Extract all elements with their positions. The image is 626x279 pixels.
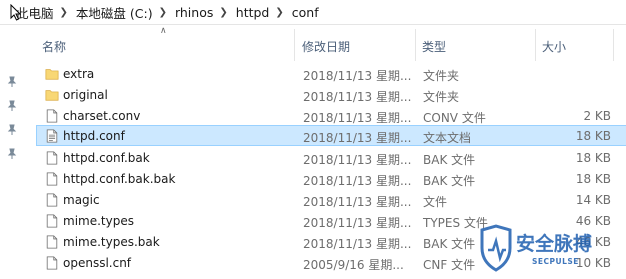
column-header-type[interactable]: 类型: [422, 38, 446, 55]
address-bar[interactable]: 此电脑 ❯ 本地磁盘 (C:) ❯ rhinos ❯ httpd ❯ conf: [0, 0, 626, 25]
file-icon: [46, 172, 58, 186]
breadcrumb-label: conf: [291, 4, 319, 20]
file-name: magic: [63, 193, 100, 207]
file-name: mime.types: [63, 214, 134, 228]
file-icon: [46, 193, 58, 207]
shield-icon: [480, 224, 512, 272]
file-row[interactable]: charset.conv 2018/11/13 星期... CONV 文件 2 …: [36, 105, 626, 126]
file-icon: [46, 214, 58, 228]
file-type: CONV 文件: [423, 111, 486, 125]
pin-icon[interactable]: [6, 124, 18, 136]
breadcrumb-drive[interactable]: 本地磁盘 (C:) ❯: [74, 0, 173, 24]
file-date: 2018/11/13 星期...: [303, 216, 412, 230]
file-type: BAK 文件: [423, 237, 476, 251]
chevron-right-icon[interactable]: ❯: [215, 7, 233, 18]
file-name: extra: [63, 67, 95, 81]
column-header-name[interactable]: 名称: [42, 38, 66, 55]
file-icon: [46, 151, 58, 165]
file-type: 文件夹: [423, 69, 460, 83]
chevron-right-icon[interactable]: ❯: [155, 7, 173, 18]
file-icon: [46, 109, 58, 123]
watermark-brand: 安全脉搏: [516, 232, 592, 255]
breadcrumb-this-pc[interactable]: 此电脑 ❯: [14, 0, 74, 24]
column-divider[interactable]: [415, 29, 416, 61]
file-size: 18 KB: [575, 172, 611, 186]
breadcrumb-httpd[interactable]: httpd ❯: [234, 0, 290, 24]
file-type: 文件夹: [423, 90, 460, 104]
file-row[interactable]: httpd.conf.bak 2018/11/13 星期... BAK 文件 1…: [36, 147, 626, 168]
file-name: httpd.conf.bak.bak: [63, 172, 176, 186]
breadcrumb-label: httpd: [235, 4, 270, 20]
file-row[interactable]: magic 2018/11/13 星期... 文件 14 KB: [36, 189, 626, 210]
file-icon: [46, 235, 58, 249]
breadcrumb-rhinos[interactable]: rhinos ❯: [173, 0, 234, 24]
pin-icon[interactable]: [6, 100, 18, 112]
file-date: 2018/11/13 星期...: [303, 69, 412, 83]
column-header-date[interactable]: 修改日期: [302, 38, 350, 55]
column-header-size[interactable]: 大小: [542, 38, 566, 55]
file-name: openssl.cnf: [63, 256, 132, 270]
file-name: httpd.conf.bak: [63, 151, 150, 165]
file-date: 2018/11/13 星期...: [303, 111, 412, 125]
file-type: BAK 文件: [423, 153, 476, 167]
secpulse-watermark-logo: 安全脉搏 SECPULSE: [480, 224, 592, 272]
file-size: 18 KB: [575, 129, 611, 143]
file-type: CNF 文件: [423, 258, 476, 272]
file-name: httpd.conf: [63, 129, 125, 143]
file-row-selected[interactable]: httpd.conf 2018/11/13 星期... 文本文档 18 KB: [36, 125, 626, 146]
file-date: 2018/11/13 星期...: [303, 195, 412, 209]
column-divider[interactable]: [613, 29, 614, 61]
file-date: 2018/11/13 星期...: [303, 131, 412, 145]
column-divider[interactable]: [535, 29, 536, 61]
folder-icon: [45, 90, 59, 101]
file-row[interactable]: extra 2018/11/13 星期... 文件夹: [36, 63, 626, 84]
file-name: original: [63, 88, 108, 102]
file-name: mime.types.bak: [63, 235, 160, 249]
file-size: 18 KB: [575, 151, 611, 165]
watermark-sub: SECPULSE: [532, 257, 579, 266]
file-type: 文本文档: [423, 131, 472, 145]
file-date: 2018/11/13 星期...: [303, 153, 412, 167]
file-type: 文件: [423, 195, 448, 209]
file-size: 2 KB: [583, 109, 611, 123]
breadcrumb-conf[interactable]: conf: [290, 0, 321, 24]
file-name: charset.conv: [63, 109, 141, 123]
chevron-right-icon[interactable]: ❯: [56, 7, 74, 18]
breadcrumb-label: rhinos: [174, 4, 214, 20]
text-file-icon: [46, 129, 58, 143]
folder-icon: [45, 69, 59, 80]
sort-ascending-icon: ∧: [160, 26, 167, 36]
pin-icon[interactable]: [6, 148, 18, 160]
pin-icon[interactable]: [6, 76, 18, 88]
mouse-cursor-icon: [10, 4, 21, 21]
file-date: 2018/11/13 星期...: [303, 237, 412, 251]
file-date: 2005/9/16 星期...: [303, 258, 404, 272]
chevron-right-icon[interactable]: ❯: [271, 7, 289, 18]
file-date: 2018/11/13 星期...: [303, 174, 412, 188]
file-size: 14 KB: [575, 193, 611, 207]
file-icon: [46, 256, 58, 270]
file-date: 2018/11/13 星期...: [303, 90, 412, 104]
breadcrumb-label: 本地磁盘 (C:): [75, 5, 153, 21]
column-divider[interactable]: [294, 29, 295, 61]
column-headers: ∧ 名称 修改日期 类型 大小: [26, 25, 626, 61]
navigation-pane: [0, 25, 26, 279]
file-row[interactable]: httpd.conf.bak.bak 2018/11/13 星期... BAK …: [36, 168, 626, 189]
file-row[interactable]: original 2018/11/13 星期... 文件夹: [36, 84, 626, 105]
file-type: BAK 文件: [423, 174, 476, 188]
